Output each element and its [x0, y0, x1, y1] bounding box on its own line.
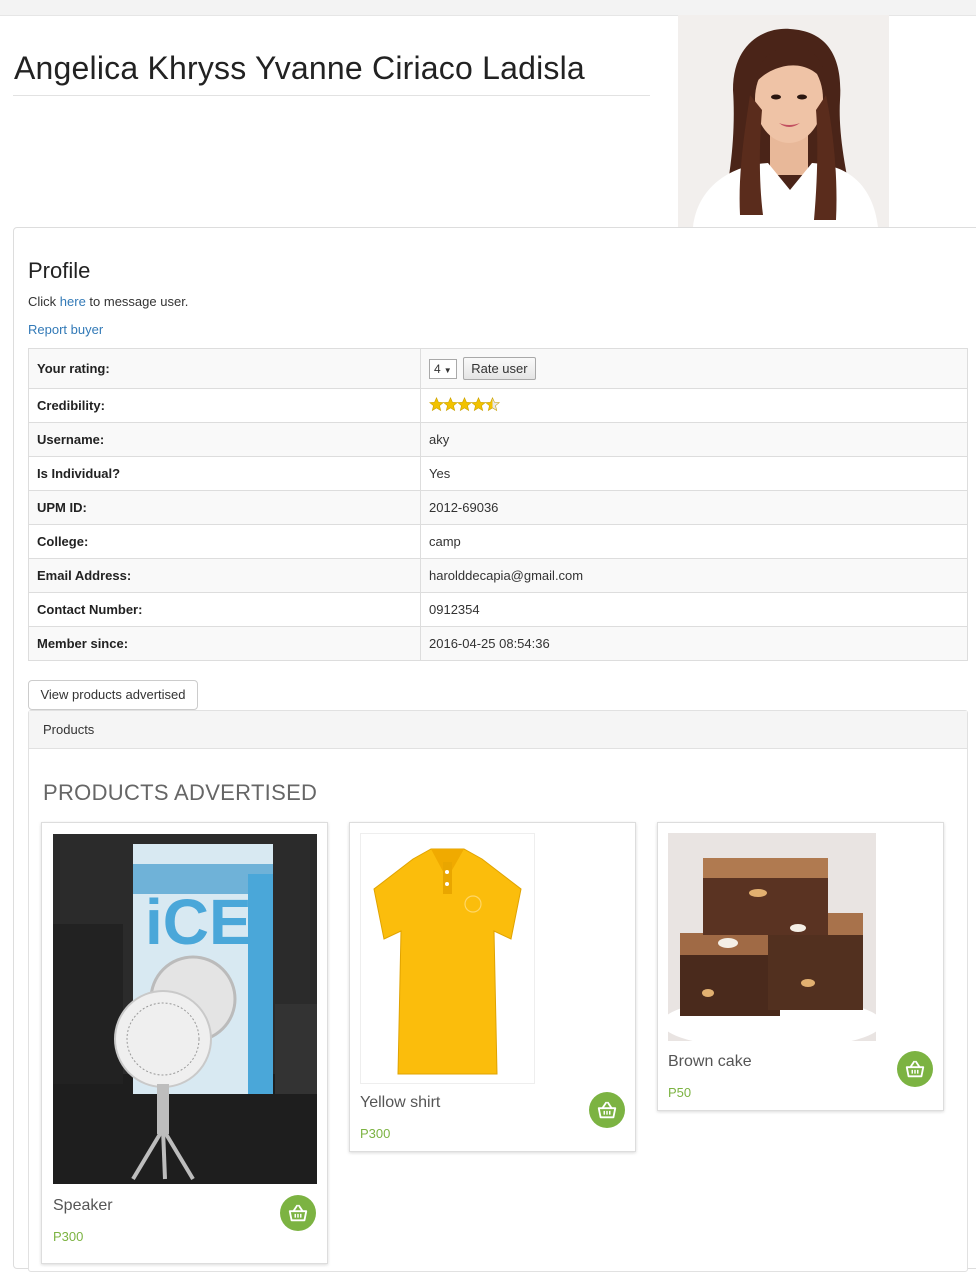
top-bar: [0, 0, 976, 16]
table-row: Is Individual? Yes: [28, 456, 968, 491]
product-price: P300: [53, 1229, 84, 1244]
view-products-button[interactable]: View products advertised: [28, 680, 198, 710]
field-value: camp: [420, 524, 968, 559]
message-suffix: to message user.: [85, 294, 189, 309]
products-advertised-title: PRODUCTS ADVERTISED: [43, 780, 318, 805]
star-half-icon: [485, 396, 500, 411]
product-name: Speaker: [53, 1197, 113, 1214]
field-value: 0912354: [420, 592, 968, 627]
field-value: aky: [420, 422, 968, 457]
dropdown-arrow-icon: ▼: [443, 365, 452, 375]
field-label: Username:: [28, 422, 421, 457]
field-label: Contact Number:: [28, 592, 421, 627]
field-label: Is Individual?: [28, 456, 421, 491]
profile-heading: Profile: [28, 258, 91, 283]
basket-icon: [288, 1204, 308, 1222]
field-value: Yes: [420, 456, 968, 491]
rating-select[interactable]: 4 ▼: [429, 358, 457, 379]
field-label: Member since:: [28, 626, 421, 661]
table-row: Member since: 2016-04-25 08:54:36: [28, 626, 968, 661]
credibility-label: Credibility:: [28, 388, 421, 423]
field-value: 2016-04-25 08:54:36: [420, 626, 968, 661]
star-full-icon: [443, 396, 458, 411]
table-row: Your rating: 4 ▼ Rate user: [28, 348, 968, 389]
table-row: Credibility:: [28, 388, 968, 423]
field-label: College:: [28, 524, 421, 559]
product-name: Yellow shirt: [360, 1094, 441, 1111]
profile-info-table: Your rating: 4 ▼ Rate user Credibility: U…: [28, 348, 968, 661]
product-card-yellow-shirt[interactable]: Yellow shirt P300: [349, 822, 636, 1152]
table-row: Email Address: harolddecapia@gmail.com: [28, 558, 968, 593]
message-prefix: Click: [28, 294, 60, 309]
rating-cell: 4 ▼ Rate user: [420, 348, 968, 389]
message-user-link[interactable]: here: [60, 294, 86, 309]
product-image-speaker[interactable]: iCE: [53, 834, 317, 1184]
table-row: Contact Number: 0912354: [28, 592, 968, 627]
rating-selected-value: 4: [434, 361, 441, 376]
user-full-name: Angelica Khryss Yvanne Ciriaco Ladisla: [14, 50, 585, 86]
star-full-icon: [457, 396, 472, 411]
user-profile-photo: [678, 15, 889, 227]
star-full-icon: [471, 396, 486, 411]
add-to-basket-button[interactable]: [897, 1051, 933, 1087]
product-price: P300: [360, 1126, 391, 1141]
credibility-stars: [429, 396, 500, 412]
product-card-brown-cake[interactable]: Brown cake P50: [657, 822, 944, 1111]
add-to-basket-button[interactable]: [280, 1195, 316, 1231]
table-row: Username: aky: [28, 422, 968, 457]
table-row: College: camp: [28, 524, 968, 559]
credibility-cell: [420, 388, 968, 423]
field-label: UPM ID:: [28, 490, 421, 525]
field-label: Email Address:: [28, 558, 421, 593]
field-value: 2012-69036: [420, 490, 968, 525]
svg-text:iCE: iCE: [145, 886, 252, 958]
table-row: UPM ID: 2012-69036: [28, 490, 968, 525]
report-buyer-link[interactable]: Report buyer: [28, 322, 103, 337]
product-image-yellow-shirt[interactable]: [360, 833, 535, 1084]
title-divider: [13, 95, 650, 96]
product-card-speaker[interactable]: iCE Speaker P300: [41, 822, 328, 1264]
product-image-brown-cake[interactable]: [668, 833, 876, 1041]
message-user-text: Click here to message user.: [28, 294, 188, 309]
basket-icon: [597, 1101, 617, 1119]
add-to-basket-button[interactable]: [589, 1092, 625, 1128]
rating-label: Your rating:: [28, 348, 421, 389]
product-price: P50: [668, 1085, 692, 1100]
rate-user-button[interactable]: Rate user: [463, 357, 536, 380]
product-name: Brown cake: [668, 1053, 752, 1070]
star-full-icon: [429, 396, 444, 411]
field-value: harolddecapia@gmail.com: [420, 558, 968, 593]
products-panel-heading: Products: [29, 711, 967, 749]
basket-icon: [905, 1060, 925, 1078]
